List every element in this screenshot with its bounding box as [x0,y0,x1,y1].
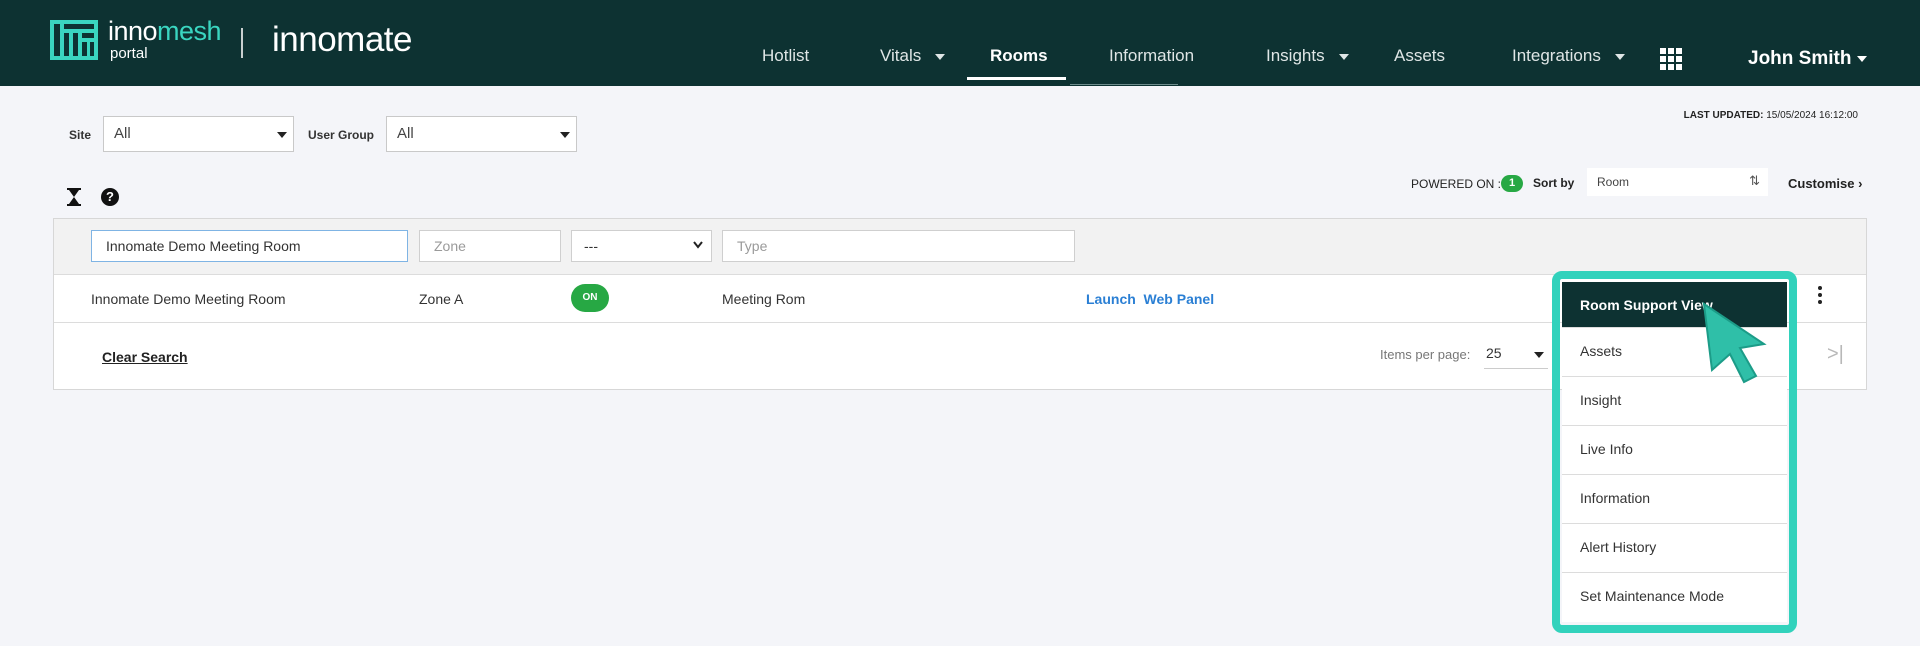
launch-web-panel-link[interactable]: Launch Web Panel [1086,291,1214,307]
brand-subtitle: portal [110,45,148,62]
powered-on-label: POWERED ON : [1411,177,1502,191]
nav-information[interactable]: Information [1109,46,1194,66]
active-tab-indicator [967,77,1066,80]
brand-suffix: mesh [157,16,222,46]
top-navigation-bar: innomesh portal innomate Hotlist Vitals … [0,0,1920,86]
nav-hotlist[interactable]: Hotlist [762,46,809,66]
sort-by-select[interactable]: Room ⇅ [1587,168,1768,196]
nav-hotlist-label: Hotlist [762,46,810,65]
site-label: Site [69,128,92,142]
nav-rooms-label: Rooms [990,46,1048,65]
nav-integrations[interactable]: Integrations [1512,46,1625,66]
last-updated: LAST UPDATED: 15/05/2024 16:12:00 [1684,110,1858,121]
menu-item-information[interactable]: Information [1562,475,1787,524]
last-updated-label: LAST UPDATED: [1683,110,1764,121]
zone-filter[interactable]: Zone [419,230,561,262]
more-options-icon[interactable] [1818,286,1822,304]
status-badge: ON [571,284,609,312]
items-per-page-select[interactable]: 25 [1484,341,1548,369]
nav-rooms[interactable]: Rooms [990,46,1048,66]
sort-direction-icon[interactable]: ⇅ [1749,173,1760,189]
site-select-value: All [114,125,131,142]
nav-vitals-label: Vitals [880,46,922,65]
zone-cell: Zone A [419,291,464,307]
user-name: John Smith [1748,48,1852,69]
app-grid-icon[interactable] [1660,48,1684,70]
items-per-page-label: Items per page: [1380,347,1471,362]
sort-by-label: Sort by [1533,176,1575,190]
caret-down-icon [277,132,287,138]
hourglass-icon[interactable] [67,188,81,206]
customise-button[interactable]: Customise › [1788,176,1862,191]
user-group-label: User Group [308,128,375,142]
nav-assets-label: Assets [1394,46,1446,65]
chevron-down-icon [1338,53,1349,60]
status-filter[interactable]: --- [571,230,712,262]
clear-search-link[interactable]: Clear Search [102,349,188,365]
innomesh-logo-icon [50,20,98,60]
nav-insights[interactable]: Insights [1266,46,1349,66]
status-filter-value: --- [584,238,598,254]
chevron-down-icon [1857,55,1868,62]
powered-on-count-badge: 1 [1501,175,1523,192]
room-name-filter[interactable]: Innomate Demo Meeting Room [91,230,408,262]
table-filter-row: Innomate Demo Meeting Room Zone --- Type [54,219,1866,275]
brand-name[interactable]: innomesh [108,16,222,47]
menu-item-set-maintenance-mode[interactable]: Set Maintenance Mode [1562,573,1787,622]
site-select[interactable]: All [103,116,294,152]
last-updated-value: 15/05/2024 16:12:00 [1766,110,1858,121]
chevron-down-icon [935,53,946,60]
chevron-right-icon: › [1858,176,1863,191]
menu-item-live-info[interactable]: Live Info [1562,426,1787,475]
user-group-select[interactable]: All [386,116,577,152]
chevron-down-icon [693,241,703,249]
pointer-cursor-icon [1702,301,1767,384]
nav-information-label: Information [1109,46,1195,65]
customise-label: Customise [1788,176,1855,191]
user-menu[interactable]: John Smith [1748,48,1868,70]
tab-divider [1070,84,1178,85]
chevron-down-icon [1614,53,1625,60]
room-name-cell: Innomate Demo Meeting Room [91,291,286,307]
product-name: innomate [272,20,412,59]
nav-vitals[interactable]: Vitals [880,46,946,66]
caret-down-icon [560,132,570,138]
user-group-select-value: All [397,125,414,142]
brand-divider [241,28,243,58]
nav-insights-label: Insights [1266,46,1325,65]
type-cell: Meeting Rom [722,291,806,307]
menu-item-alert-history[interactable]: Alert History [1562,524,1787,573]
caret-down-icon [1534,352,1544,358]
nav-integrations-label: Integrations [1512,46,1601,65]
type-filter[interactable]: Type [722,230,1075,262]
help-icon[interactable]: ? [101,188,119,206]
nav-assets[interactable]: Assets [1394,46,1445,66]
brand-prefix: inno [108,16,158,46]
last-page-icon[interactable]: >| [1827,343,1844,366]
items-per-page-value: 25 [1486,345,1502,361]
sort-by-value: Room [1597,175,1630,189]
